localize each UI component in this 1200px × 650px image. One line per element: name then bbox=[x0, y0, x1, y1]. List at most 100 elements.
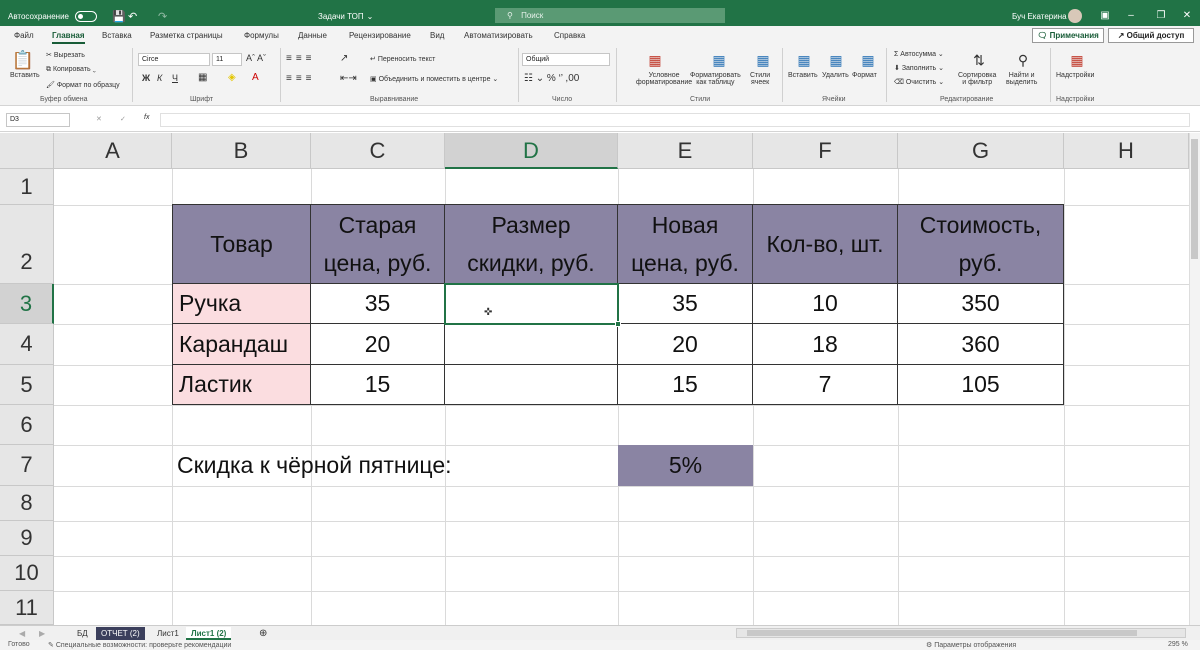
indent-icon[interactable]: ⇤⇥ bbox=[340, 73, 357, 84]
comments-button[interactable]: 🗨 Примечания bbox=[1032, 28, 1104, 43]
tab-insert[interactable]: Вставка bbox=[102, 31, 132, 40]
row-header-1[interactable]: 1 bbox=[0, 169, 54, 205]
cell-quantity[interactable]: 10 bbox=[753, 284, 898, 324]
tab-automate[interactable]: Автоматизировать bbox=[464, 31, 533, 40]
cell-quantity[interactable]: 18 bbox=[753, 324, 898, 365]
sheet-tab[interactable]: ОТЧЕТ (2) bbox=[96, 627, 145, 640]
accessibility-status[interactable]: ✎ Специальные возможности: проверьте рек… bbox=[48, 641, 231, 649]
addins-icon[interactable]: ▦ bbox=[1066, 50, 1088, 70]
active-cell-outline[interactable]: ✜ bbox=[444, 283, 621, 327]
copy-button[interactable]: ⧉ Копировать ⌄ bbox=[46, 66, 96, 74]
function-icon[interactable]: fx bbox=[144, 114, 149, 121]
header-quantity[interactable]: Кол-во, шт. bbox=[753, 204, 898, 284]
find-select-icon[interactable]: ⚲ bbox=[1012, 50, 1034, 70]
fill-handle[interactable] bbox=[615, 321, 621, 327]
column-header-g[interactable]: G bbox=[898, 133, 1064, 169]
column-header-c[interactable]: C bbox=[311, 133, 445, 169]
cell-quantity[interactable]: 7 bbox=[753, 365, 898, 405]
display-settings[interactable]: ⚙ Параметры отображения bbox=[926, 641, 1016, 649]
tab-home[interactable]: Главная bbox=[52, 31, 85, 44]
row-header-2[interactable]: 2 bbox=[0, 205, 54, 284]
sort-filter-icon[interactable]: ⇅ bbox=[968, 50, 990, 70]
column-header-e[interactable]: E bbox=[618, 133, 753, 169]
delete-cells-label[interactable]: Удалить bbox=[822, 72, 849, 79]
share-button[interactable]: ↗ Общий доступ bbox=[1108, 28, 1194, 43]
tab-review[interactable]: Рецензирование bbox=[349, 31, 411, 40]
cut-button[interactable]: ✂ Вырезать bbox=[46, 51, 85, 59]
column-header-d[interactable]: D bbox=[445, 133, 618, 169]
zoom-level[interactable]: 295 % bbox=[1168, 641, 1188, 648]
enter-icon[interactable]: ✓ bbox=[120, 115, 126, 123]
conditional-formatting-icon[interactable]: ▦ bbox=[644, 50, 666, 70]
fill-color-icon[interactable]: ◈ bbox=[228, 72, 236, 83]
tab-file[interactable]: Файл bbox=[14, 31, 34, 40]
cancel-icon[interactable]: ✕ bbox=[96, 115, 102, 123]
format-as-table-button[interactable]: Форматировать как таблицу bbox=[690, 72, 741, 86]
delete-cells-icon[interactable]: ▦ bbox=[826, 50, 846, 70]
cell-new-price[interactable]: 15 bbox=[618, 365, 753, 405]
vertical-scrollbar[interactable] bbox=[1189, 133, 1200, 625]
cell-discount[interactable] bbox=[445, 324, 618, 365]
conditional-formatting-button[interactable]: Условное форматирование bbox=[636, 72, 692, 86]
paste-icon[interactable]: 📋 bbox=[10, 48, 36, 72]
row-header-4[interactable]: 4 bbox=[0, 324, 54, 365]
format-as-table-icon[interactable]: ▦ bbox=[708, 50, 730, 70]
cell-old-price[interactable]: 15 bbox=[311, 365, 445, 405]
bold-button[interactable]: Ж bbox=[142, 73, 150, 83]
orientation-icon[interactable]: ↗ bbox=[340, 53, 348, 64]
tab-data[interactable]: Данные bbox=[298, 31, 327, 40]
format-cells-label[interactable]: Формат bbox=[852, 72, 877, 79]
column-header-b[interactable]: B bbox=[172, 133, 311, 169]
vertical-align-icons[interactable]: ≡≡≡ bbox=[286, 53, 316, 64]
next-sheet-icon[interactable]: ▶ bbox=[34, 627, 50, 640]
cell-old-price[interactable]: 35 bbox=[311, 284, 445, 324]
fill-button[interactable]: ⬇ Заполнить ⌄ bbox=[894, 64, 944, 72]
cell-cost[interactable]: 350 bbox=[898, 284, 1064, 324]
cell-product[interactable]: Карандаш bbox=[172, 324, 311, 365]
horizontal-scroll-thumb[interactable] bbox=[747, 630, 1137, 636]
header-discount[interactable]: Размер скидки, руб. bbox=[445, 204, 618, 284]
row-header-5[interactable]: 5 bbox=[0, 365, 54, 405]
add-sheet-icon[interactable]: ⊕ bbox=[254, 627, 272, 640]
paste-label[interactable]: Вставить bbox=[10, 72, 40, 79]
search-box[interactable]: ⚲ Поиск bbox=[495, 8, 725, 23]
row-header-3[interactable]: 3 bbox=[0, 284, 54, 324]
row-header-6[interactable]: 6 bbox=[0, 405, 54, 445]
font-size-select[interactable]: 11 bbox=[212, 53, 242, 66]
sheet-tab[interactable]: Лист1 bbox=[152, 627, 184, 640]
row-header-8[interactable]: 8 bbox=[0, 486, 54, 521]
cell-new-price[interactable]: 20 bbox=[618, 324, 753, 365]
font-name-select[interactable]: Circe bbox=[138, 53, 210, 66]
column-header-h[interactable]: H bbox=[1064, 133, 1189, 169]
cell-cost[interactable]: 105 bbox=[898, 365, 1064, 405]
underline-button[interactable]: Ч bbox=[172, 73, 178, 83]
number-format-select[interactable]: Общий bbox=[522, 53, 610, 66]
name-box[interactable]: D3 bbox=[6, 113, 70, 127]
formula-input[interactable] bbox=[160, 113, 1190, 127]
header-cost[interactable]: Стоимость, руб. bbox=[898, 204, 1064, 284]
autosave-toggle[interactable] bbox=[74, 10, 97, 22]
row-header-10[interactable]: 10 bbox=[0, 556, 54, 591]
cell-cost[interactable]: 360 bbox=[898, 324, 1064, 365]
autosum-button[interactable]: Σ Автосумма ⌄ bbox=[894, 50, 944, 58]
row-header-7[interactable]: 7 bbox=[0, 445, 54, 486]
column-header-a[interactable]: A bbox=[54, 133, 172, 169]
wrap-text-button[interactable]: ↵ Переносить текст bbox=[370, 55, 435, 63]
cell-discount[interactable] bbox=[445, 365, 618, 405]
cell-old-price[interactable]: 20 bbox=[311, 324, 445, 365]
row-header-11[interactable]: 11 bbox=[0, 591, 54, 625]
font-grow-icon[interactable]: Aˆ Aˇ bbox=[246, 53, 266, 63]
discount-value[interactable]: 5% bbox=[618, 445, 753, 486]
sort-filter-button[interactable]: Сортировка и фильтр bbox=[958, 72, 996, 86]
header-new-price[interactable]: Новая цена, руб. bbox=[618, 204, 753, 284]
tab-page-layout[interactable]: Разметка страницы bbox=[150, 31, 223, 40]
prev-sheet-icon[interactable]: ◀ bbox=[14, 627, 30, 640]
vertical-scroll-thumb[interactable] bbox=[1191, 139, 1198, 259]
discount-label[interactable]: Скидка к чёрной пятнице: bbox=[177, 445, 452, 486]
number-format-icons[interactable]: ☷ ⌄ % ‘’ ,00 bbox=[524, 73, 579, 84]
header-old-price[interactable]: Старая цена, руб. bbox=[311, 204, 445, 284]
cell-styles-button[interactable]: Стили ячеек bbox=[750, 72, 770, 86]
horizontal-align-icons[interactable]: ≡≡≡ bbox=[286, 73, 316, 84]
clear-button[interactable]: ⌫ Очистить ⌄ bbox=[894, 78, 944, 86]
insert-cells-label[interactable]: Вставить bbox=[788, 72, 818, 79]
